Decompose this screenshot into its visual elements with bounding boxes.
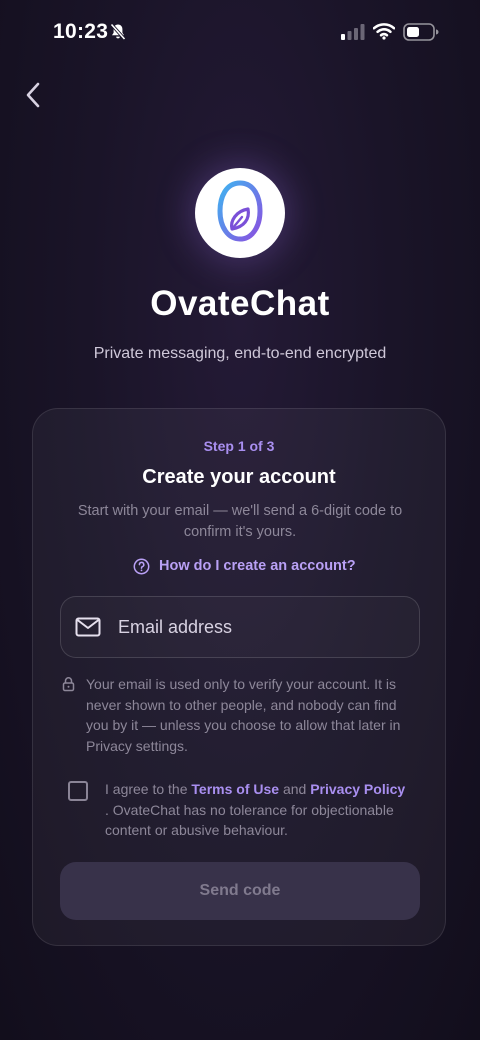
privacy-policy-link[interactable]: Privacy Policy: [310, 781, 405, 797]
help-circle-icon: [133, 558, 150, 575]
battery-icon: [403, 23, 439, 46]
email-field[interactable]: [60, 596, 420, 658]
chevron-left-icon: [25, 82, 41, 113]
terms-checkbox[interactable]: [68, 781, 88, 801]
terms-and: and: [279, 781, 311, 797]
terms-agreement-text: I agree to the Terms of Use and Privacy …: [105, 779, 425, 841]
card-title: Create your account: [142, 466, 336, 488]
lock-icon: [62, 676, 75, 697]
back-button[interactable]: [16, 80, 50, 114]
card-subtitle: Start with your email — we'll send a 6-d…: [77, 503, 403, 540]
signal-icon: [341, 24, 365, 45]
terms-suffix: . OvateChat has no tolerance for objecti…: [105, 801, 394, 839]
signup-card: Step 1 of 3 Create your account Start wi…: [32, 408, 446, 946]
wifi-icon: [372, 22, 396, 45]
email-input[interactable]: [118, 616, 388, 638]
bell-slash-icon: [110, 23, 126, 46]
terms-prefix: I agree to the: [105, 781, 192, 797]
step-indicator: Step 1 of 3: [203, 438, 275, 454]
terms-of-use-link[interactable]: Terms of Use: [191, 781, 279, 797]
app-tagline: Private messaging, end-to-end encrypted: [93, 345, 387, 362]
status-time: 10:23: [53, 20, 109, 43]
help-link[interactable]: How do I create an account?: [133, 555, 356, 577]
app-name: OvateChat: [150, 284, 330, 323]
privacy-note-text: Your email is used only to verify your a…: [86, 676, 401, 754]
send-code-button[interactable]: Send code: [60, 862, 420, 920]
help-link-label: How do I create an account?: [159, 558, 356, 574]
app-logo: [195, 168, 285, 258]
mail-icon: [75, 617, 101, 637]
status-bar: 10:23: [0, 0, 480, 64]
ovatechat-logo-icon: [210, 177, 270, 250]
